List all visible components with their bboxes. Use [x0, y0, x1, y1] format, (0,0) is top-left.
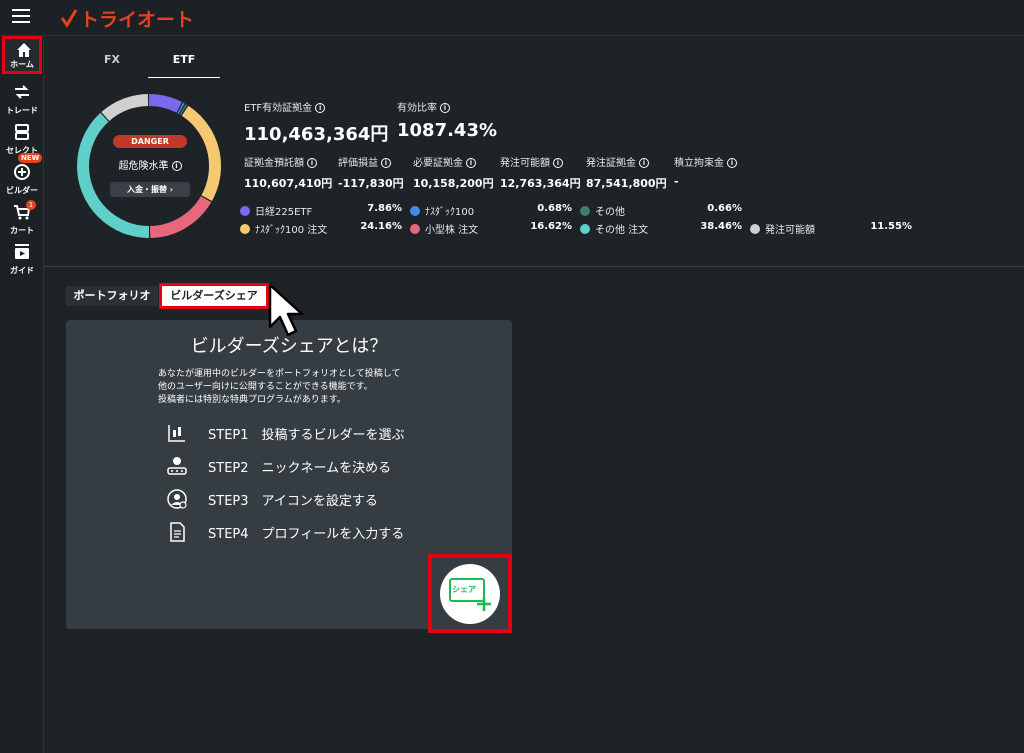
legend-percent: 38.46%	[700, 221, 742, 232]
info-icon[interactable]: i	[639, 158, 649, 168]
logo[interactable]: トライオート	[60, 6, 195, 31]
sidebar-item-home[interactable]: ホーム	[2, 36, 42, 74]
profile-document-icon	[170, 522, 185, 542]
order-margin-label: 発注証拠金 i	[586, 154, 649, 169]
ratio-value: 1087.43%	[397, 120, 498, 141]
sidebar-item-label: トレード	[6, 106, 38, 115]
legend-swatch	[410, 223, 420, 234]
info-icon[interactable]: i	[171, 161, 182, 171]
risk-level-label: 超危険水準 i	[108, 157, 192, 172]
sidebar-item-label: ガイド	[10, 266, 34, 275]
legend-swatch	[240, 223, 250, 234]
info-icon[interactable]: i	[381, 158, 391, 168]
select-icon	[15, 124, 29, 140]
avatar-settings-icon	[167, 489, 187, 509]
legend-percent: 0.66%	[707, 203, 742, 214]
legend-percent: 11.55%	[870, 221, 912, 232]
legend-swatch	[240, 205, 250, 216]
accumulation-restricted-value: -	[674, 175, 679, 188]
legend-item: その他	[580, 203, 625, 218]
step-1: STEP1 投稿するビルダーを選ぶ	[166, 422, 405, 444]
nickname-icon	[167, 457, 187, 475]
legend-item: 発注可能額	[750, 221, 815, 236]
unrealized-pl-label: 評価損益 i	[338, 154, 391, 169]
order-margin-value: 87,541,800円	[586, 177, 667, 190]
tab-fx[interactable]: FX	[76, 48, 148, 78]
info-icon[interactable]: i	[315, 103, 326, 113]
legend-item: 小型株 注文	[410, 221, 478, 236]
share-button-highlight: シェア	[428, 554, 512, 633]
legend-swatch	[580, 205, 590, 216]
share-button[interactable]: シェア	[440, 564, 500, 624]
legend-item: ﾅｽﾀﾞｯｸ100	[410, 203, 474, 218]
info-icon[interactable]: i	[727, 158, 737, 168]
new-badge: NEW	[18, 153, 43, 163]
step-3: STEP3 アイコンを設定する	[166, 488, 378, 510]
tab-etf[interactable]: ETF	[148, 48, 220, 78]
legend-percent: 0.68%	[537, 203, 572, 214]
margin-label: ETF有効証拠金 i	[244, 99, 326, 114]
guide-icon	[15, 244, 29, 259]
trade-icon	[15, 85, 29, 99]
legend-percent: 16.62%	[530, 221, 572, 232]
deposit-transfer-button[interactable]: 入金・振替 ›	[110, 182, 190, 197]
deposit-amount-label: 証拠金預託額 i	[244, 154, 317, 169]
chart-select-icon	[168, 425, 185, 442]
section-divider	[44, 266, 1024, 267]
sidebar-item-cart[interactable]: カート	[0, 200, 44, 238]
logo-text: トライオート	[80, 8, 195, 31]
card-description: あなたが運用中のビルダーをポートフォリオとして投稿して 他のユーザー向けに公開す…	[158, 369, 401, 405]
sidebar-item-guide[interactable]: ガイド	[0, 240, 44, 278]
orderable-amount-label: 発注可能額 i	[500, 154, 563, 169]
cart-count-badge: 1	[26, 200, 36, 210]
unrealized-pl-value: -117,830円	[338, 177, 404, 190]
deposit-amount-value: 110,607,410円	[244, 177, 333, 190]
info-icon[interactable]: i	[466, 158, 476, 168]
ratio-label: 有効比率 i	[397, 99, 450, 114]
sidebar-item-builder[interactable]: ビルダー	[0, 160, 44, 198]
builder-icon	[14, 164, 30, 180]
legend-swatch	[750, 223, 760, 234]
info-icon[interactable]: i	[553, 158, 563, 168]
required-margin-label: 必要証拠金 i	[413, 154, 476, 169]
required-margin-value: 10,158,200円	[413, 177, 494, 190]
legend-swatch	[580, 223, 590, 234]
info-icon[interactable]: i	[440, 103, 450, 113]
share-button-label: シェア	[452, 585, 476, 594]
sidebar-item-label: カート	[10, 226, 34, 235]
sidebar-item-label: ホーム	[10, 60, 34, 69]
mouse-cursor-icon	[268, 283, 304, 337]
danger-badge: DANGER	[113, 135, 187, 148]
legend-item: 日経225ETF	[240, 203, 312, 218]
tab-builder-share[interactable]: ビルダーズシェア	[159, 283, 269, 309]
legend-item: その他 注文	[580, 221, 648, 236]
sidebar-item-label: ビルダー	[6, 186, 38, 195]
hamburger-menu-icon[interactable]	[12, 9, 30, 25]
legend-percent: 7.86%	[367, 203, 402, 214]
margin-value: 110,463,364円	[244, 124, 389, 145]
legend-percent: 24.16%	[360, 221, 402, 232]
legend-swatch	[410, 205, 420, 216]
logo-check-icon	[60, 9, 78, 28]
top-bar: トライオート	[0, 0, 1024, 36]
sidebar-item-trade[interactable]: トレード	[0, 80, 44, 118]
accumulation-restricted-label: 積立拘束金 i	[674, 154, 737, 169]
tab-portfolio[interactable]: ポートフォリオ	[66, 286, 158, 306]
orderable-amount-value: 12,763,364円	[500, 177, 581, 190]
legend-item: ﾅｽﾀﾞｯｸ100 注文	[240, 221, 327, 236]
home-icon	[17, 43, 31, 57]
step-2: STEP2 ニックネームを決める	[166, 455, 391, 477]
step-4: STEP4 プロフィールを入力する	[166, 521, 404, 543]
sidebar: ホーム トレード セレクト ビルダー カート ガイド NEW 1	[0, 36, 44, 753]
info-icon[interactable]: i	[307, 158, 317, 168]
